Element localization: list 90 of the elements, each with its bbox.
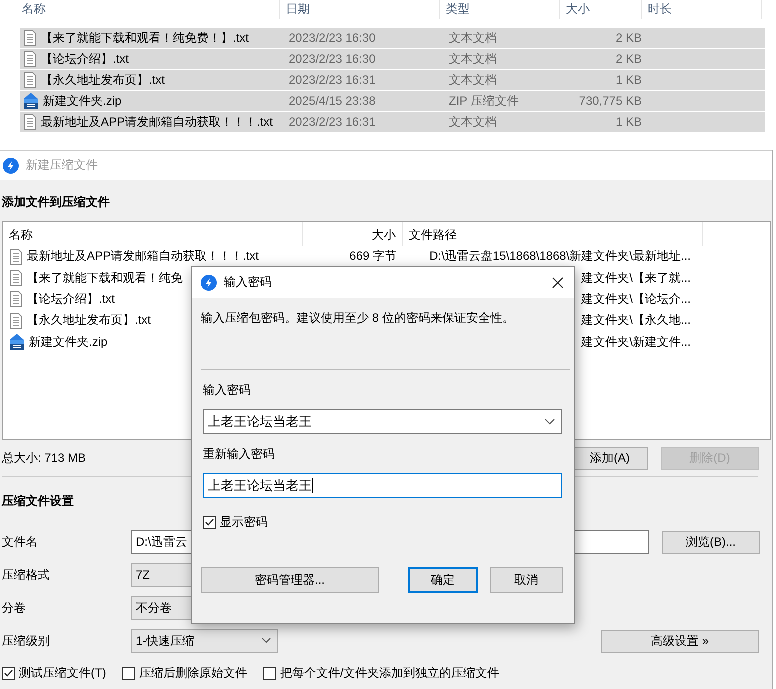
app-logo-icon	[201, 274, 217, 290]
file-date: 2023/2/23 16:30	[288, 31, 377, 45]
file-date: 2023/2/23 16:30	[288, 52, 377, 66]
file-row[interactable]: 【来了就能下载和观看！纯免费！】.txt 2023/2/23 16:30 文本文档 2 KB	[20, 28, 765, 48]
field-label: 重新输入密码	[203, 447, 275, 461]
file-size: 1 KB	[614, 115, 642, 129]
file-date: 2023/2/23 16:31	[288, 73, 377, 87]
file-name: 最新地址及APP请发邮箱自动获取！！！.txt	[27, 248, 260, 266]
file-name: 【永久地址发布页】.txt	[41, 72, 166, 88]
file-size: 2 KB	[614, 52, 642, 66]
total-size: 总大小: 713 MB	[2, 450, 86, 466]
file-type: 文本文档	[448, 114, 498, 130]
instruction-text: 输入压缩包密码。建议使用至少 8 位的密码来保证安全性。	[201, 311, 514, 325]
file-name: 【永久地址发布页】.txt	[27, 312, 152, 330]
document-icon	[9, 291, 23, 308]
add-button[interactable]: 添加(A)	[572, 446, 648, 470]
file-date: 2025/4/15 23:38	[288, 94, 377, 108]
column-header[interactable]: 类型	[440, 0, 560, 19]
checkbox-label: 把每个文件/文件夹添加到独立的压缩文件	[280, 664, 500, 682]
section-title: 添加文件到压缩文件	[1, 194, 111, 211]
file-path: 建文件夹\【论坛介...	[582, 292, 691, 306]
column-header[interactable]: 名称	[0, 0, 280, 19]
field-label: 分卷	[1, 600, 27, 616]
file-row[interactable]: 【论坛介绍】.txt 2023/2/23 16:30 文本文档 2 KB	[20, 49, 765, 69]
column-header[interactable]: 时长	[642, 0, 762, 19]
chevron-down-icon	[262, 638, 271, 644]
column-header[interactable]: 日期	[280, 0, 440, 19]
check-icon	[3, 668, 14, 678]
ok-button[interactable]: 确定	[408, 567, 478, 593]
file-path: 建文件夹\新建文件...	[582, 334, 691, 349]
file-path: 建文件夹\【来了就...	[582, 270, 691, 285]
check-icon	[204, 517, 215, 528]
column-header[interactable]: 大小	[560, 0, 642, 19]
file-name: 最新地址及APP请发邮箱自动获取！！！.txt	[41, 114, 274, 130]
document-icon	[9, 312, 23, 329]
file-size: 1 KB	[614, 73, 642, 87]
window-title: 新建压缩文件	[26, 157, 98, 174]
checkbox[interactable]	[122, 666, 136, 680]
document-icon	[23, 114, 37, 130]
cancel-button[interactable]: 取消	[490, 567, 563, 593]
password-combobox[interactable]: 上老王论坛当老王	[203, 409, 562, 434]
file-name: 【论坛介绍】.txt	[27, 290, 116, 308]
archive-icon	[23, 93, 39, 109]
file-name: 新建文件夹.zip	[43, 92, 122, 110]
column-header[interactable]: 大小	[303, 222, 403, 246]
browse-button[interactable]: 浏览(B)...	[662, 530, 760, 554]
password-input[interactable]: 上老王论坛当老王	[203, 473, 562, 498]
checkbox-label: 测试压缩文件(T)	[19, 664, 106, 682]
file-name: 新建文件夹.zip	[29, 334, 108, 351]
file-name: 【来了就能下载和观看！纯免费！】.txt	[41, 30, 250, 46]
dropdown[interactable]: 1-快速压缩	[131, 629, 278, 653]
checkbox-label: 压缩后删除原始文件	[139, 664, 248, 682]
document-icon	[9, 248, 23, 265]
file-type: 文本文档	[448, 72, 498, 88]
field-label: 文件名	[1, 534, 39, 550]
file-row[interactable]: 【永久地址发布页】.txt 2023/2/23 16:31 文本文档 1 KB	[20, 70, 765, 90]
field-label: 压缩级别	[1, 632, 51, 650]
section-title: 压缩文件设置	[2, 492, 74, 510]
file-row[interactable]: 新建文件夹.zip 2025/4/15 23:38 ZIP 压缩文件 730,775 KB	[20, 91, 765, 111]
document-icon	[23, 30, 37, 46]
file-path: D:\迅雷云盘15\1868\1868\新建文件夹\最新地址...	[430, 249, 691, 264]
checkbox[interactable]	[2, 666, 15, 680]
advanced-settings-button[interactable]: 高级设置 »	[601, 630, 759, 652]
file-type: ZIP 压缩文件	[448, 92, 520, 110]
dialog-title: 输入密码	[224, 274, 272, 291]
file-size: 730,775 KB	[578, 94, 642, 108]
file-name: 【来了就能下载和观看！纯免	[27, 270, 183, 287]
file-date: 2023/2/23 16:31	[288, 115, 377, 129]
column-header[interactable]: 名称	[3, 222, 303, 246]
file-path: 建文件夹\【永久地...	[582, 313, 691, 328]
checkbox[interactable]	[203, 516, 216, 529]
file-row[interactable]: 最新地址及APP请发邮箱自动获取！！！.txt 2023/2/23 16:31 文本文档 1 KB	[20, 112, 765, 132]
checkbox[interactable]	[263, 666, 276, 680]
password-manager-button[interactable]: 密码管理器...	[201, 567, 379, 593]
file-size: 669 字节	[348, 248, 398, 266]
app-logo-icon	[3, 158, 19, 174]
close-icon[interactable]	[552, 276, 564, 288]
column-header[interactable]: 文件路径	[403, 222, 703, 246]
document-icon	[23, 51, 37, 67]
archive-icon	[9, 334, 25, 350]
chevron-down-icon	[545, 418, 555, 424]
document-icon	[9, 270, 23, 286]
field-label: 压缩格式	[1, 566, 51, 584]
document-icon	[23, 72, 37, 88]
file-type: 文本文档	[448, 50, 498, 68]
file-size: 2 KB	[614, 31, 642, 45]
field-label: 输入密码	[203, 383, 251, 397]
file-name: 【论坛介绍】.txt	[41, 50, 130, 68]
file-type: 文本文档	[448, 30, 498, 46]
checkbox-label: 显示密码	[220, 514, 268, 531]
